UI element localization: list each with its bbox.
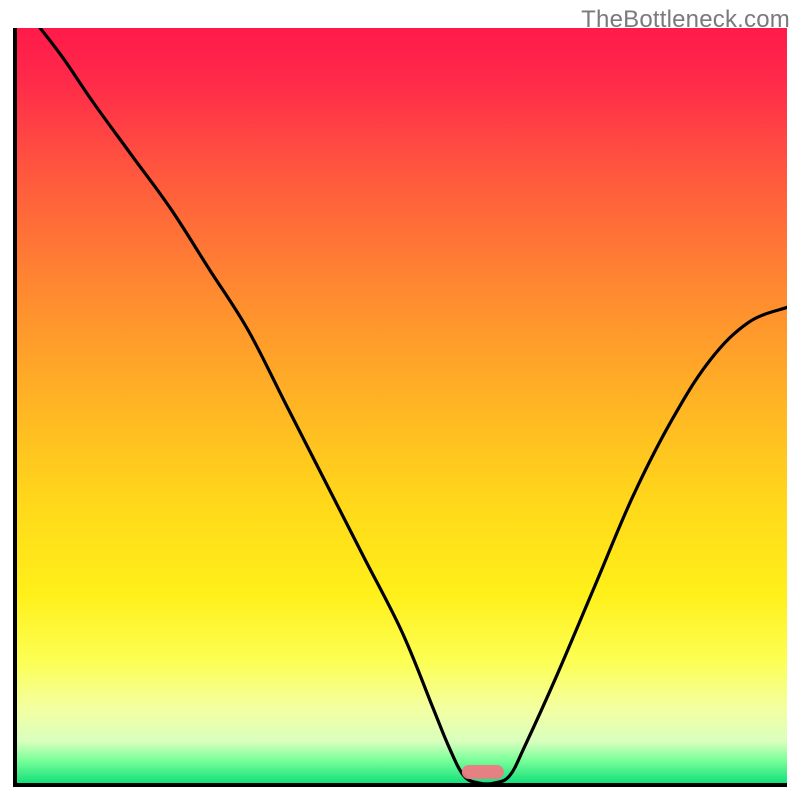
plot-area xyxy=(13,28,787,787)
watermark-text: TheBottleneck.com xyxy=(581,6,790,34)
optimal-range-marker xyxy=(462,765,504,779)
bottleneck-curve xyxy=(17,28,787,783)
chart-container: TheBottleneck.com xyxy=(0,0,800,800)
